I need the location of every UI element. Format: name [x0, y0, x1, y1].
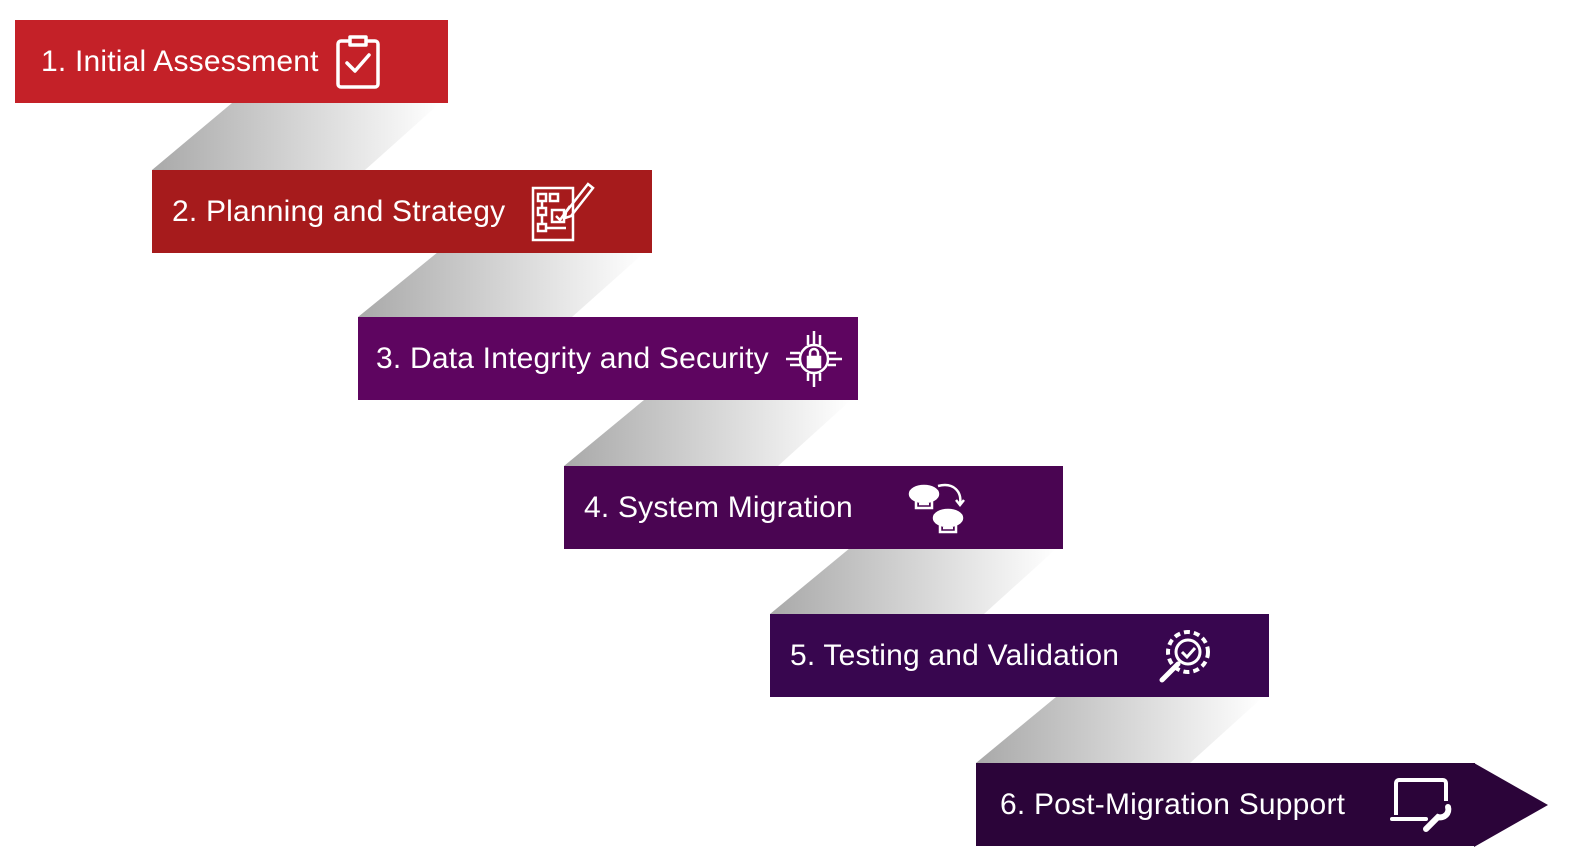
step-label: 4. System Migration — [584, 490, 853, 524]
cloud-server-transfer-icon — [908, 483, 965, 534]
clipboard-check-icon — [336, 35, 380, 89]
step-6-post-migration-support: 6. Post-Migration Support — [976, 763, 1475, 846]
step-5-testing-validation: 5. Testing and Validation — [770, 614, 1269, 697]
circuit-lock-icon — [786, 331, 842, 387]
step-label: 2. Planning and Strategy — [172, 194, 506, 228]
step-6-arrow-tip — [1474, 763, 1548, 847]
step-label: 6. Post-Migration Support — [1000, 787, 1346, 821]
gear-magnifier-check-icon — [1159, 630, 1210, 683]
connector-5-6 — [976, 697, 1263, 763]
connector-3-4 — [564, 400, 851, 466]
plan-pencil-icon — [531, 182, 595, 242]
step-label: 5. Testing and Validation — [790, 638, 1120, 672]
step-2-planning-strategy: 2. Planning and Strategy — [152, 170, 652, 253]
step-3-data-integrity-security: 3. Data Integrity and Security — [358, 317, 858, 400]
laptop-wrench-icon — [1390, 778, 1452, 832]
connector-4-5 — [770, 548, 1057, 614]
connector-2-3 — [358, 252, 645, 317]
step-label: 3. Data Integrity and Security — [376, 341, 769, 375]
step-1-initial-assessment: 1. Initial Assessment — [15, 20, 448, 103]
connector-1-2 — [152, 103, 440, 170]
connectors — [152, 103, 1548, 847]
step-4-system-migration: 4. System Migration — [564, 466, 1063, 549]
step-label: 1. Initial Assessment — [41, 44, 319, 78]
